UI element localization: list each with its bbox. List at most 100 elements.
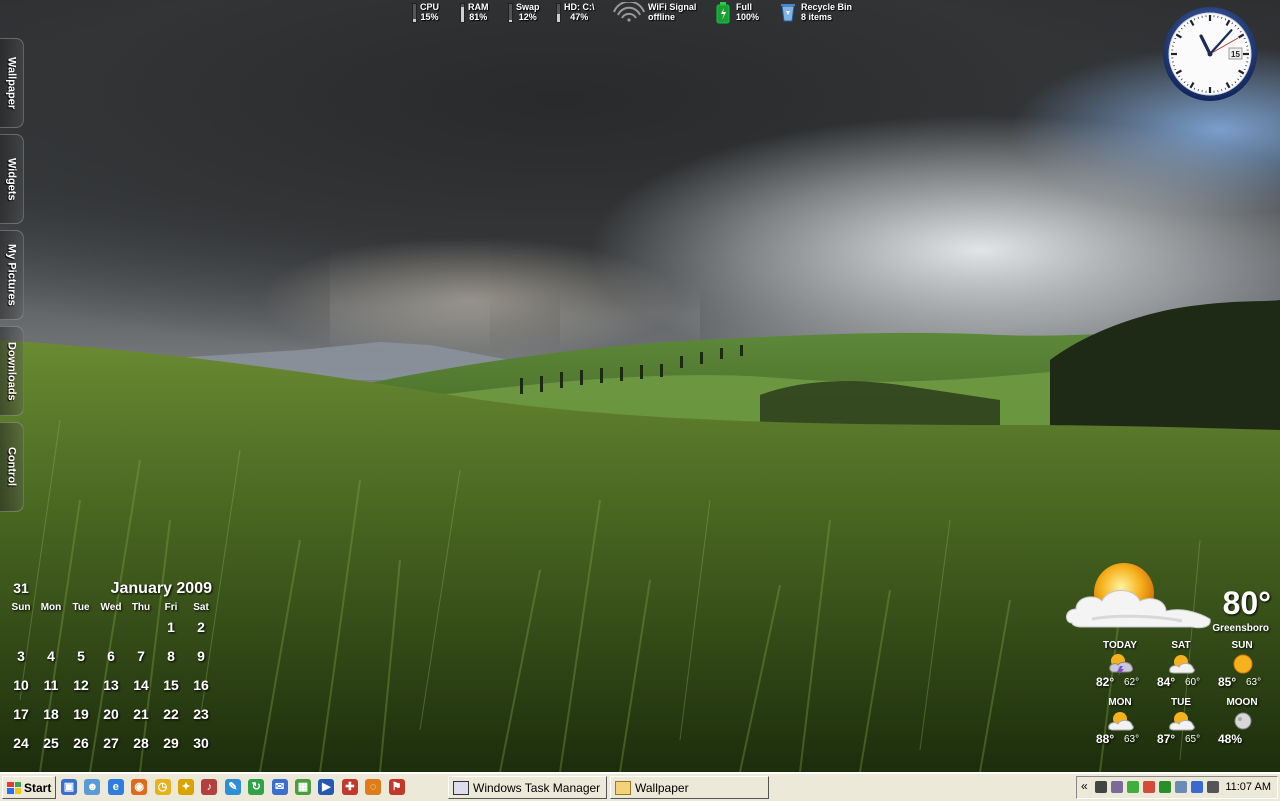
analog-clock-widget[interactable]: 15 bbox=[1160, 6, 1260, 104]
folder-icon bbox=[615, 781, 631, 795]
calendar-day[interactable]: 9 bbox=[186, 648, 216, 664]
side-tab-widgets[interactable]: Widgets bbox=[0, 134, 24, 224]
calendar-day[interactable]: 26 bbox=[66, 735, 96, 751]
task-manager-icon bbox=[453, 781, 469, 795]
ram-label: RAM bbox=[468, 2, 489, 12]
calendar-day[interactable]: 27 bbox=[96, 735, 126, 751]
calendar-day[interactable]: 18 bbox=[36, 706, 66, 722]
display-icon[interactable] bbox=[1175, 781, 1187, 793]
side-tab-widgets-label: Widgets bbox=[6, 158, 18, 201]
clock-center-pin bbox=[1208, 52, 1213, 57]
clock-app-icon[interactable]: ◷ bbox=[155, 779, 171, 795]
moon-icon bbox=[1228, 709, 1258, 733]
calendar-day[interactable]: 22 bbox=[156, 706, 186, 722]
refresh-icon[interactable]: ↻ bbox=[248, 779, 264, 795]
calendar-day[interactable]: 14 bbox=[126, 677, 156, 693]
start-button[interactable]: Start bbox=[2, 776, 56, 799]
monitor-icon[interactable] bbox=[1207, 781, 1219, 793]
calendar-weekday-mon: Mon bbox=[36, 602, 66, 613]
calendar-day[interactable]: 15 bbox=[156, 677, 186, 693]
calendar-day[interactable]: 1 bbox=[156, 619, 186, 635]
swap-meter-bar bbox=[508, 3, 513, 23]
calendar-day[interactable]: 8 bbox=[156, 648, 186, 664]
tray-expand-chevron[interactable]: « bbox=[1081, 779, 1088, 793]
battery-label: Full bbox=[736, 2, 759, 12]
talk-icon[interactable]: ◌ bbox=[365, 779, 381, 795]
forecast-day-label: TUE bbox=[1151, 697, 1211, 708]
side-tab-control[interactable]: Control bbox=[0, 422, 24, 512]
task-windows-task-manager[interactable]: Windows Task Manager bbox=[448, 776, 607, 799]
calendar-day[interactable]: 24 bbox=[6, 735, 36, 751]
calendar-day[interactable]: 7 bbox=[126, 648, 156, 664]
internet-explorer-icon[interactable]: e bbox=[108, 779, 124, 795]
calendar-day[interactable]: 3 bbox=[6, 648, 36, 664]
side-tab-bar: Wallpaper Widgets My Pictures Downloads … bbox=[0, 38, 26, 508]
forecast-day-label: MOON bbox=[1212, 697, 1272, 708]
calendar-day[interactable]: 6 bbox=[96, 648, 126, 664]
tools-icon[interactable]: ✚ bbox=[342, 779, 358, 795]
forecast-low: 65° bbox=[1185, 734, 1200, 745]
image-viewer-icon[interactable]: ▦ bbox=[295, 779, 311, 795]
show-desktop-icon[interactable]: ▣ bbox=[61, 779, 77, 795]
forecast-day-label: TODAY bbox=[1090, 640, 1150, 651]
calendar-day[interactable]: 28 bbox=[126, 735, 156, 751]
calendar-day[interactable]: 17 bbox=[6, 706, 36, 722]
forecast-high: 88° bbox=[1096, 732, 1114, 746]
volume-icon[interactable] bbox=[1111, 781, 1123, 793]
chat-icon[interactable]: ✉ bbox=[272, 779, 288, 795]
cpu-meter-bar bbox=[412, 3, 417, 23]
pdf-icon[interactable]: ⚑ bbox=[389, 779, 405, 795]
calendar-day[interactable]: 21 bbox=[126, 706, 156, 722]
edit-icon[interactable]: ✎ bbox=[225, 779, 241, 795]
side-tab-downloads[interactable]: Downloads bbox=[0, 326, 24, 416]
security-icon[interactable] bbox=[1143, 781, 1155, 793]
calendar-day[interactable]: 4 bbox=[36, 648, 66, 664]
calendar-weekday-sun: Sun bbox=[6, 602, 36, 613]
media-icon[interactable]: ♪ bbox=[201, 779, 217, 795]
side-tab-control-label: Control bbox=[6, 447, 18, 486]
calendar-weekday-wed: Wed bbox=[96, 602, 126, 613]
calendar-weekday-tue: Tue bbox=[66, 602, 96, 613]
calendar-day[interactable]: 13 bbox=[96, 677, 126, 693]
weather-widget[interactable]: 80° Greensboro TODAY82°62°SAT84°60°SUN85… bbox=[1060, 555, 1275, 755]
start-label: Start bbox=[24, 781, 51, 795]
calendar-day[interactable]: 19 bbox=[66, 706, 96, 722]
calendar-day[interactable]: 25 bbox=[36, 735, 66, 751]
update-icon[interactable] bbox=[1191, 781, 1203, 793]
battery-value: 100% bbox=[736, 12, 759, 22]
recycle-bin-count: 8 items bbox=[801, 12, 852, 22]
partly-cloudy-icon bbox=[1106, 709, 1136, 733]
side-tab-wallpaper[interactable]: Wallpaper bbox=[0, 38, 24, 128]
task-wallpaper[interactable]: Wallpaper bbox=[610, 776, 769, 799]
calendar-day[interactable]: 23 bbox=[186, 706, 216, 722]
calendar-day[interactable]: 12 bbox=[66, 677, 96, 693]
antivirus-icon[interactable] bbox=[1127, 781, 1139, 793]
messenger-icon[interactable]: ☻ bbox=[84, 779, 100, 795]
thunderstorm-icon bbox=[1106, 652, 1136, 676]
partly-cloudy-icon bbox=[1062, 557, 1212, 637]
gadget-icon[interactable]: ✦ bbox=[178, 779, 194, 795]
network-icon[interactable] bbox=[1095, 781, 1107, 793]
calendar-day[interactable]: 5 bbox=[66, 648, 96, 664]
calendar-day[interactable]: 30 bbox=[186, 735, 216, 751]
side-tab-my-pictures[interactable]: My Pictures bbox=[0, 230, 24, 320]
calendar-day[interactable]: 2 bbox=[186, 619, 216, 635]
calendar-day[interactable]: 10 bbox=[6, 677, 36, 693]
media-player-icon[interactable]: ▶ bbox=[318, 779, 334, 795]
calendar-day[interactable]: 20 bbox=[96, 706, 126, 722]
calendar-day[interactable]: 29 bbox=[156, 735, 186, 751]
side-tab-my-pictures-label: My Pictures bbox=[6, 244, 18, 306]
calendar-day[interactable]: 16 bbox=[186, 677, 216, 693]
task-label: Windows Task Manager bbox=[473, 781, 600, 795]
firefox-icon[interactable]: ◉ bbox=[131, 779, 147, 795]
calendar-day[interactable]: 11 bbox=[36, 677, 66, 693]
calendar-weekday-sat: Sat bbox=[186, 602, 216, 613]
recycle-bin-icon bbox=[780, 2, 796, 22]
taskbar-clock[interactable]: 11:07 AM bbox=[1225, 781, 1271, 793]
calendar-day[interactable]: 31 bbox=[6, 580, 36, 596]
forecast-high: 48% bbox=[1218, 732, 1242, 746]
battery-tray-icon[interactable] bbox=[1159, 781, 1171, 793]
forecast-low: 63° bbox=[1124, 734, 1139, 745]
task-label: Wallpaper bbox=[635, 781, 689, 795]
clock-date-badge: 15 bbox=[1231, 50, 1240, 59]
